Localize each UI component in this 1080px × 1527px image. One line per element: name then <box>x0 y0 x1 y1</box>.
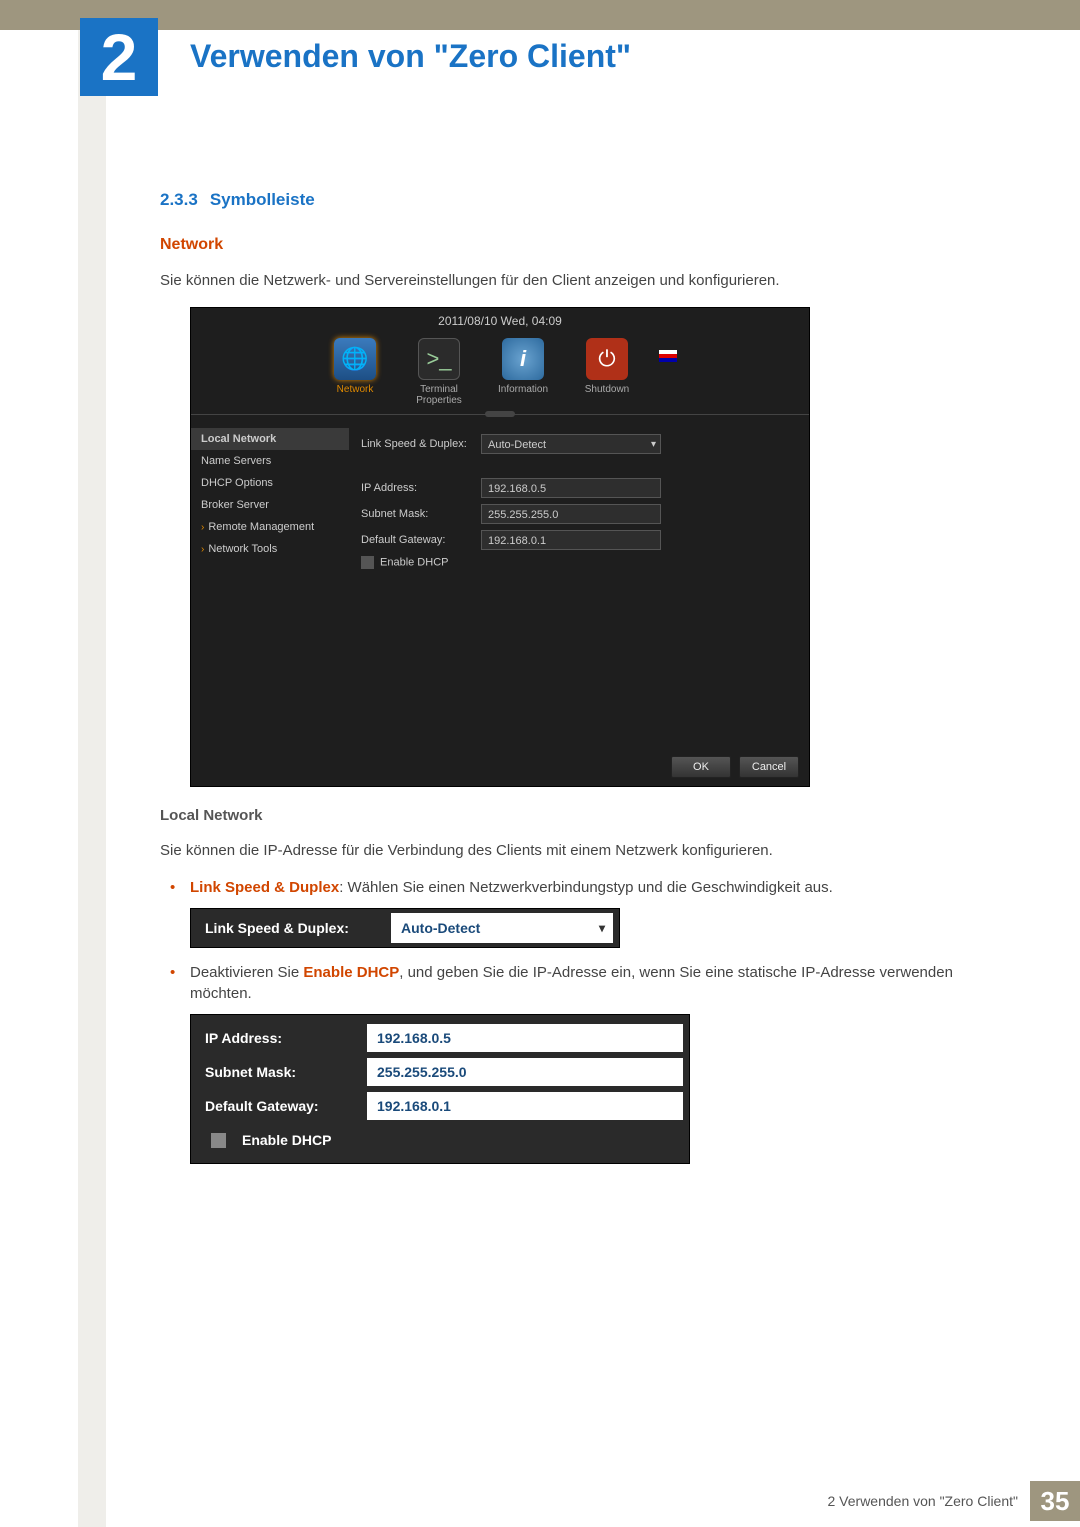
label-default-gateway: Default Gateway: <box>361 534 481 546</box>
local-network-paragraph: Sie können die IP-Adresse für die Verbin… <box>160 840 1000 861</box>
chapter-number-badge: 2 <box>80 18 158 96</box>
chevron-right-icon: › <box>201 544 204 555</box>
screenshot-timestamp: 2011/08/10 Wed, 04:09 <box>191 314 809 328</box>
sidebar-item-broker-server[interactable]: Broker Server <box>191 494 349 516</box>
label-ip-address: IP Address: <box>361 482 481 494</box>
toolbar-label-info: Information <box>491 384 555 395</box>
figure-label-default-gateway: Default Gateway: <box>197 1098 367 1114</box>
figure-value-ip-address[interactable]: 192.168.0.5 <box>367 1024 683 1052</box>
chevron-right-icon: › <box>201 522 204 533</box>
toolbar: 🌐 Network >_ Terminal Properties i Infor… <box>191 338 809 414</box>
sidebar-item-name-servers[interactable]: Name Servers <box>191 450 349 472</box>
bullet-link-speed: Link Speed & Duplex: Wählen Sie einen Ne… <box>170 877 1000 898</box>
cancel-button[interactable]: Cancel <box>739 756 799 778</box>
info-icon: i <box>502 338 544 380</box>
page-footer: 2 Verwenden von "Zero Client" 35 <box>828 1481 1080 1521</box>
toolbar-item-terminal[interactable]: >_ Terminal Properties <box>407 338 471 406</box>
toolbar-label-shutdown: Shutdown <box>575 384 639 395</box>
power-icon: ⏻ <box>586 338 628 380</box>
select-link-speed-duplex[interactable]: Auto-Detect <box>481 434 661 454</box>
toolbar-item-info[interactable]: i Information <box>491 338 555 395</box>
toolbar-item-network[interactable]: 🌐 Network <box>323 338 387 395</box>
figure-label-enable-dhcp[interactable]: Enable DHCP <box>234 1132 339 1148</box>
figure-link-speed-field: Link Speed & Duplex: Auto-Detect <box>190 908 620 948</box>
toolbar-label-terminal: Terminal Properties <box>407 384 471 406</box>
top-bar <box>0 0 1080 30</box>
chapter-title: Verwenden von "Zero Client" <box>190 38 631 75</box>
figure-value-default-gateway[interactable]: 192.168.0.1 <box>367 1092 683 1120</box>
input-default-gateway[interactable]: 192.168.0.1 <box>481 530 661 550</box>
page-number: 35 <box>1030 1481 1080 1521</box>
side-margin <box>78 30 106 1527</box>
figure-value-subnet-mask[interactable]: 255.255.255.0 <box>367 1058 683 1086</box>
figure-label-ip-address: IP Address: <box>197 1030 367 1046</box>
intro-paragraph: Sie können die Netzwerk- und Servereinst… <box>160 270 1000 291</box>
checkbox-icon <box>211 1133 226 1148</box>
input-subnet-mask[interactable]: 255.255.255.0 <box>481 504 661 524</box>
terminal-icon: >_ <box>418 338 460 380</box>
term-link-speed-duplex: Link Speed & Duplex <box>190 879 339 896</box>
globe-icon: 🌐 <box>334 338 376 380</box>
sidebar-item-dhcp-options[interactable]: DHCP Options <box>191 472 349 494</box>
checkbox-icon <box>361 556 374 569</box>
term-enable-dhcp: Enable DHCP <box>303 964 399 981</box>
footer-chapter-ref: 2 Verwenden von "Zero Client" <box>828 1493 1019 1509</box>
sidebar-item-local-network[interactable]: Local Network <box>191 428 349 450</box>
figure-ip-settings-panel: IP Address: 192.168.0.5 Subnet Mask: 255… <box>190 1014 690 1164</box>
input-ip-address[interactable]: 192.168.0.5 <box>481 478 661 498</box>
figure-label-subnet-mask: Subnet Mask: <box>197 1064 367 1080</box>
language-flag-icon[interactable] <box>659 350 677 362</box>
settings-sidebar: Local Network Name Servers DHCP Options … <box>191 420 349 746</box>
bullet-enable-dhcp: Deaktivieren Sie Enable DHCP, und geben … <box>170 962 1000 1004</box>
label-link-speed-duplex: Link Speed & Duplex: <box>361 438 481 450</box>
heading-local-network: Local Network <box>160 807 1000 824</box>
sidebar-item-remote-management[interactable]: ›Remote Management <box>191 516 349 538</box>
sidebar-item-network-tools[interactable]: ›Network Tools <box>191 538 349 560</box>
section-heading: 2.3.3 Symbolleiste <box>160 190 1000 210</box>
section-title: Symbolleiste <box>210 190 315 209</box>
network-settings-screenshot: 2011/08/10 Wed, 04:09 🌐 Network >_ Termi… <box>190 307 810 787</box>
heading-network: Network <box>160 236 1000 254</box>
checkbox-enable-dhcp[interactable]: Enable DHCP <box>361 556 481 569</box>
figure-value-link-speed[interactable]: Auto-Detect <box>391 913 613 943</box>
toolbar-separator <box>191 414 809 415</box>
settings-form: Link Speed & Duplex: Auto-Detect IP Addr… <box>349 420 809 746</box>
toolbar-label-network: Network <box>323 384 387 395</box>
toolbar-item-shutdown[interactable]: ⏻ Shutdown <box>575 338 639 395</box>
section-number: 2.3.3 <box>160 190 198 209</box>
figure-label-link-speed: Link Speed & Duplex: <box>191 920 391 936</box>
ok-button[interactable]: OK <box>671 756 731 778</box>
label-subnet-mask: Subnet Mask: <box>361 508 481 520</box>
